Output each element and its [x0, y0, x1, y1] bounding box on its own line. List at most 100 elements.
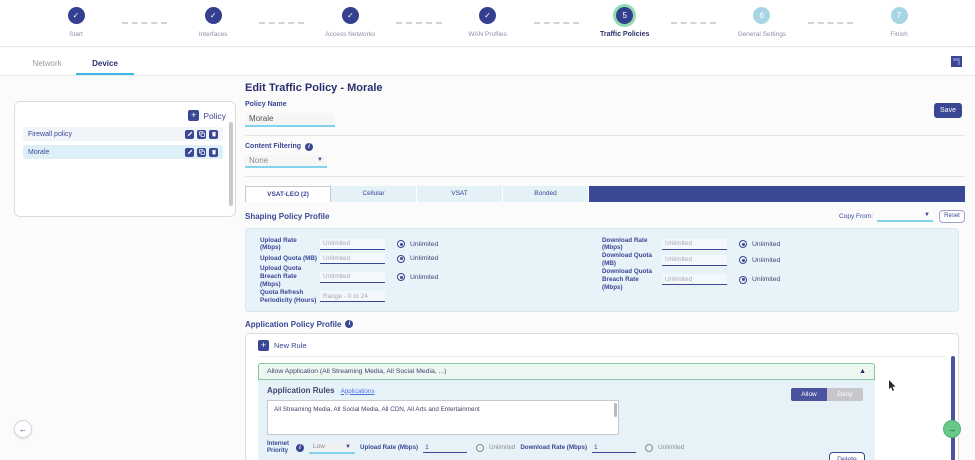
step-access-networks[interactable]: ✓ Access Networks: [304, 7, 396, 38]
upload-quota-input[interactable]: [320, 253, 385, 264]
new-rule-label: New Rule: [274, 341, 307, 350]
tabbar-filler: [589, 186, 965, 202]
wizard-stepper: ✓ Start ✓ Interfaces ✓ Access Networks ✓…: [0, 0, 975, 47]
policy-editor: Edit Traffic Policy - Morale Policy Name…: [245, 76, 965, 460]
copy-from-select[interactable]: ▼: [877, 210, 933, 222]
rule-download-rate-input[interactable]: [592, 442, 636, 453]
info-icon[interactable]: i: [345, 320, 353, 328]
add-policy-button[interactable]: + Policy: [188, 110, 226, 121]
back-button[interactable]: ←: [14, 420, 32, 438]
policy-row-morale[interactable]: Morale: [23, 145, 223, 159]
rule-upload-rate-input[interactable]: [423, 442, 467, 453]
shaping-policy-panel: Upload Rate (Mbps) Unlimited Upload Quot…: [245, 228, 959, 312]
check-icon: ✓: [342, 7, 359, 24]
internet-priority-label: Internet Priority: [267, 441, 291, 455]
download-rate-label: Download Rate (Mbps): [520, 444, 587, 451]
next-button[interactable]: →: [943, 420, 961, 438]
content-filtering-select[interactable]: None ▼: [245, 155, 327, 168]
download-breach-rate-input[interactable]: [662, 274, 727, 285]
tab-device[interactable]: Device: [76, 59, 134, 75]
allow-segment[interactable]: Allow: [791, 388, 827, 401]
tab-vsat[interactable]: VSAT: [417, 186, 503, 202]
check-icon: ✓: [479, 7, 496, 24]
unlimited-radio[interactable]: [739, 276, 747, 284]
tab-cellular[interactable]: Cellular: [331, 186, 417, 202]
edit-icon[interactable]: [185, 130, 194, 139]
policy-name-input[interactable]: [245, 113, 335, 127]
unlimited-radio[interactable]: [397, 240, 405, 248]
field-label: Upload Rate (Mbps): [260, 237, 318, 253]
step-general-settings[interactable]: 6 General Settings: [716, 7, 808, 38]
unlimited-radio[interactable]: [739, 240, 747, 248]
unlimited-radio[interactable]: [397, 255, 405, 263]
copy-icon[interactable]: [197, 148, 206, 157]
field-label: Upload Quota Breach Rate (Mbps): [260, 265, 318, 289]
download-quota-row: Download Quota (MB) Unlimited: [602, 252, 944, 268]
copy-icon[interactable]: [197, 130, 206, 139]
upload-breach-rate-input[interactable]: [320, 272, 385, 283]
policy-name: Morale: [28, 149, 182, 156]
step-traffic-policies[interactable]: 5 Traffic Policies: [579, 7, 671, 38]
step-finish[interactable]: 7 Finish: [853, 7, 945, 38]
window-layout-icon[interactable]: [951, 56, 962, 67]
add-policy-label: Policy: [203, 111, 226, 121]
step-interfaces[interactable]: ✓ Interfaces: [167, 7, 259, 38]
new-rule-button[interactable]: + New Rule: [258, 340, 946, 357]
policy-list-scrollbar[interactable]: [229, 122, 233, 206]
edit-icon[interactable]: [185, 148, 194, 157]
textarea-scrollbar[interactable]: [614, 403, 617, 417]
unlimited-label: Unlimited: [752, 241, 780, 248]
delete-icon[interactable]: [209, 148, 218, 157]
priority-select[interactable]: Low ▼: [309, 442, 355, 454]
info-icon[interactable]: i: [305, 143, 313, 151]
step-wan-profiles[interactable]: ✓ WAN Profiles: [442, 7, 534, 38]
step-connector: [259, 22, 304, 24]
reset-button[interactable]: Reset: [939, 210, 965, 223]
unlimited-radio[interactable]: [739, 256, 747, 264]
unlimited-radio[interactable]: [476, 444, 484, 452]
application-panel-scrollbar[interactable]: [951, 356, 955, 460]
shaping-profile-title: Shaping Policy Profile: [245, 212, 839, 221]
field-label: Download Quota Breach Rate (Mbps): [602, 268, 660, 292]
step-label: Start: [69, 31, 83, 38]
download-quota-input[interactable]: [662, 255, 727, 266]
copy-from-label: Copy From:: [839, 213, 873, 220]
content-filtering-value: None: [249, 156, 268, 165]
chevron-down-icon: ▼: [345, 444, 351, 450]
applications-link[interactable]: Applications: [341, 388, 375, 395]
check-icon: ✓: [205, 7, 222, 24]
policy-row-firewall[interactable]: Firewall policy: [23, 127, 223, 141]
policy-list-card: + Policy Firewall policy Morale: [14, 101, 236, 217]
rule-accordion-header[interactable]: Allow Application (All Streaming Media, …: [258, 363, 875, 380]
download-rate-input[interactable]: [662, 239, 727, 250]
policy-name-label: Policy Name: [245, 101, 965, 108]
wan-profile-tabs: VSAT-LEO (2) Cellular VSAT Bonded: [245, 186, 965, 202]
field-label: Download Quota (MB): [602, 252, 660, 268]
unlimited-radio[interactable]: [645, 444, 653, 452]
field-label: Quota Refresh Periodicity (Hours): [260, 289, 318, 305]
deny-segment[interactable]: Deny: [827, 388, 863, 401]
delete-rule-button[interactable]: Delete: [829, 452, 865, 460]
unlimited-label: Unlimited: [489, 444, 515, 451]
unlimited-radio[interactable]: [397, 273, 405, 281]
field-label: Download Rate (Mbps): [602, 237, 660, 253]
save-button[interactable]: Save: [934, 103, 962, 118]
step-connector: [122, 22, 167, 24]
collapse-arrow-icon[interactable]: ▲: [859, 368, 866, 375]
step-label: General Settings: [738, 31, 786, 38]
field-label: Upload Quota (MB): [260, 255, 318, 263]
unlimited-label: Unlimited: [410, 274, 438, 281]
delete-icon[interactable]: [209, 130, 218, 139]
upload-rate-input[interactable]: [320, 239, 385, 250]
tab-bonded[interactable]: Bonded: [503, 186, 589, 202]
policy-name: Firewall policy: [28, 131, 182, 138]
step-start[interactable]: ✓ Start: [30, 7, 122, 38]
divider: [245, 176, 965, 177]
plus-icon: +: [188, 110, 199, 121]
info-icon[interactable]: i: [296, 444, 304, 452]
quota-refresh-input[interactable]: [320, 291, 385, 302]
tab-vsat-leo[interactable]: VSAT-LEO (2): [245, 186, 331, 202]
tab-network[interactable]: Network: [18, 59, 76, 75]
applications-textarea[interactable]: All Streaming Media, All Social Media, A…: [267, 400, 619, 435]
step-label: WAN Profiles: [468, 31, 506, 38]
